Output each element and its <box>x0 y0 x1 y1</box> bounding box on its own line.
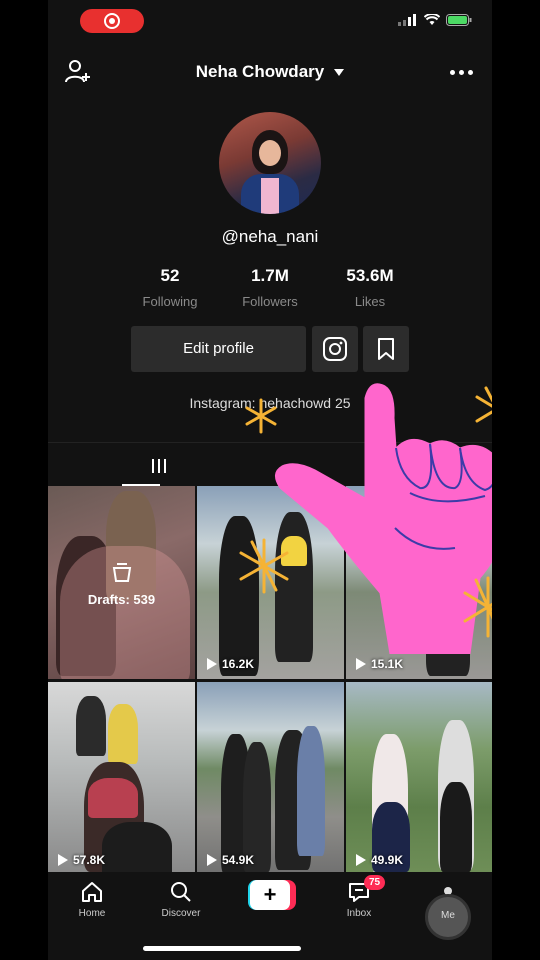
profile-stats: 52 Following 1.7M Followers 53.6M Likes <box>122 266 418 309</box>
search-icon <box>171 882 191 902</box>
home-icon <box>82 882 102 902</box>
edit-profile-button[interactable]: Edit profile <box>131 326 306 372</box>
bookmark-icon <box>378 338 394 360</box>
play-icon <box>58 854 68 866</box>
tiktok-profile-screen: Neha Chowdary @neha_nani 52 Following 1.7… <box>48 0 492 960</box>
instagram-button[interactable] <box>312 326 358 372</box>
signal-icon <box>398 14 416 26</box>
home-indicator[interactable] <box>143 946 301 951</box>
stat-likes[interactable]: 53.6M Likes <box>322 266 418 309</box>
video-thumb[interactable]: 54.9K <box>197 682 344 875</box>
favorites-button[interactable] <box>363 326 409 372</box>
chevron-down-icon <box>334 69 345 77</box>
record-icon <box>104 13 120 29</box>
view-count: 54.9K <box>207 853 254 867</box>
profile-header: Neha Chowdary <box>48 52 492 92</box>
plus-icon: + <box>250 880 290 910</box>
pink-hand-sticker <box>275 383 492 654</box>
view-count: 57.8K <box>58 853 105 867</box>
inbox-badge: 75 <box>364 875 386 890</box>
view-count: 16.2K <box>207 657 254 671</box>
sparkle-icon <box>475 386 492 423</box>
profile-name-dropdown[interactable]: Neha Chowdary <box>48 62 492 82</box>
create-button[interactable]: + <box>248 880 296 910</box>
view-count: 49.9K <box>356 853 403 867</box>
grid-icon <box>152 459 166 473</box>
wifi-icon <box>424 14 440 25</box>
nav-discover[interactable]: Discover <box>146 878 216 919</box>
video-thumb[interactable]: 57.8K <box>48 682 195 875</box>
avatar[interactable] <box>219 112 321 214</box>
play-icon <box>356 658 366 670</box>
instagram-icon <box>323 337 347 361</box>
more-icon[interactable] <box>450 64 474 80</box>
stat-followers[interactable]: 1.7M Followers <box>222 266 318 309</box>
status-icons <box>398 14 472 26</box>
battery-icon <box>446 14 472 26</box>
stat-following[interactable]: 52 Following <box>122 266 218 309</box>
play-icon <box>356 854 366 866</box>
video-thumb[interactable]: 49.9K <box>346 682 492 875</box>
profile-name: Neha Chowdary <box>195 62 325 81</box>
drafts-icon <box>112 563 132 582</box>
tab-videos[interactable] <box>48 443 270 487</box>
play-icon <box>207 854 217 866</box>
username: @neha_nani <box>221 227 319 246</box>
sparkle-icon <box>463 576 492 638</box>
sparkle-icon <box>245 398 277 434</box>
sparkle-icon <box>239 538 289 594</box>
drafts-tile[interactable]: Drafts: 539 <box>48 486 195 679</box>
screen-recording-indicator[interactable] <box>80 9 144 33</box>
nav-me[interactable]: Me <box>425 894 471 940</box>
play-icon <box>207 658 217 670</box>
drafts-label: Drafts: 539 <box>87 592 156 607</box>
nav-home[interactable]: Home <box>57 878 127 919</box>
view-count: 15.1K <box>356 657 403 671</box>
